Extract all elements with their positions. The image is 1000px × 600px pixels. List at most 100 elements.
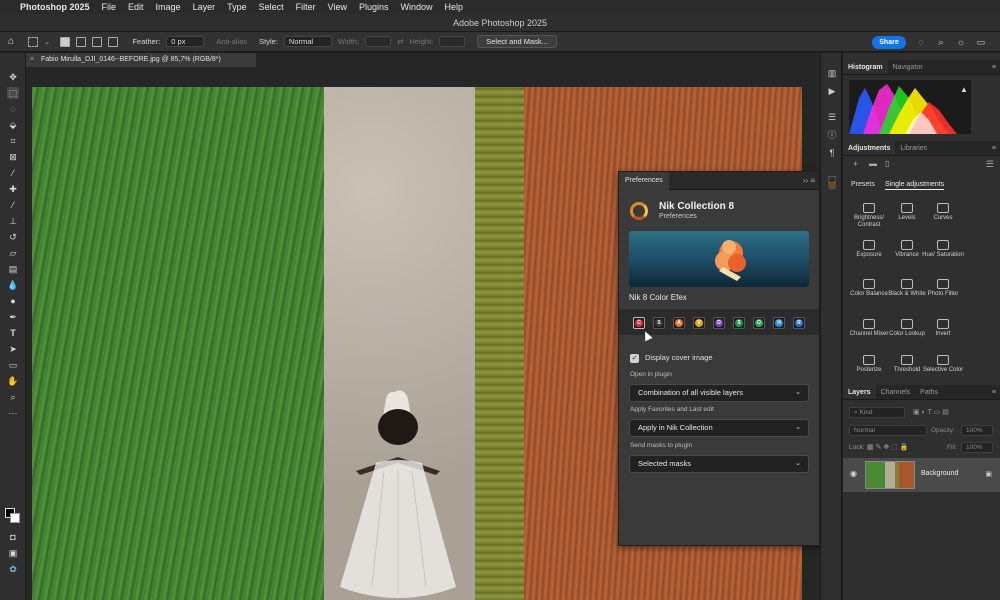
antialias-checkbox[interactable]: Anti-alias <box>216 37 247 46</box>
blur-tool-icon[interactable]: 💧 <box>7 279 19 291</box>
adj-selective-color[interactable]: Selective Color <box>921 355 965 374</box>
hand-tool-icon[interactable]: ✋ <box>7 375 19 387</box>
more-tools-icon[interactable]: ··· <box>7 407 19 419</box>
adj-invert[interactable]: Invert <box>921 319 965 338</box>
filter-icons[interactable]: ▣ ◐ T ▭ ▤ <box>913 408 949 416</box>
display-cover-checkbox[interactable]: ✓ <box>630 353 639 363</box>
gradient-tool-icon[interactable]: ▤ <box>7 263 19 275</box>
prefs-tab[interactable]: Preferences <box>619 172 669 190</box>
feather-input[interactable]: 0 px <box>166 36 205 47</box>
screen-mode-icon[interactable]: ▣ <box>7 547 19 559</box>
blend-mode-select[interactable]: Normal <box>849 425 927 436</box>
spot-heal-tool-icon[interactable]: ✚ <box>7 183 19 195</box>
lasso-tool-icon[interactable]: ◌ <box>7 103 19 115</box>
crop-tool-icon[interactable]: ⌗ <box>7 135 19 147</box>
select-and-mask-button[interactable]: Select and Mask... <box>477 35 557 48</box>
marquee-tool-icon[interactable] <box>28 36 39 47</box>
tab-single-adjustments[interactable]: Single adjustments <box>885 181 945 190</box>
object-select-tool-icon[interactable]: ⬙ <box>7 119 19 131</box>
add-selection-icon[interactable] <box>76 36 87 47</box>
close-tab-icon[interactable]: × <box>30 53 34 67</box>
style-select[interactable]: Normal <box>283 36 332 47</box>
properties-icon[interactable]: ☰ <box>826 111 838 123</box>
menu-view[interactable]: View <box>328 2 347 12</box>
plugin-analog-efex-icon[interactable]: A <box>673 317 685 329</box>
folder-icon[interactable]: ▬ <box>869 159 877 168</box>
swap-icon[interactable]: ⇄ <box>397 37 403 46</box>
plugin-dfine-icon[interactable]: D <box>713 317 725 329</box>
chevron-down-icon[interactable]: ⌄ <box>44 37 50 46</box>
menu-file[interactable]: File <box>102 2 117 12</box>
tab-libraries[interactable]: Libraries <box>895 141 932 155</box>
share-button[interactable]: Share <box>872 36 906 49</box>
menu-layer[interactable]: Layer <box>193 2 216 12</box>
trash-icon[interactable]: ▯ <box>885 159 889 168</box>
fill-input[interactable]: 100% <box>961 442 993 453</box>
adj-photo-filter[interactable]: Photo Filter <box>921 279 965 298</box>
display-cover-row[interactable]: ✓ Display cover image <box>630 353 713 363</box>
workspace-icon[interactable]: ▭ <box>976 37 986 47</box>
plugin-color-efex-icon[interactable]: C <box>633 317 645 329</box>
tab-layers[interactable]: Layers <box>843 385 876 399</box>
apply-select[interactable]: Apply in Nik Collection ⌄ <box>629 419 809 437</box>
tab-adjustments[interactable]: Adjustments <box>843 141 896 155</box>
panel-menu-icon[interactable]: ≡ <box>992 385 996 400</box>
menu-window[interactable]: Window <box>401 2 433 12</box>
new-selection-icon[interactable] <box>60 36 71 47</box>
type-tool-icon[interactable]: T <box>7 327 19 339</box>
plugin-icon[interactable]: ✿ <box>7 563 19 575</box>
add-adjustment-icon[interactable]: + <box>853 159 858 169</box>
plugin-output-icon[interactable]: O <box>753 317 765 329</box>
menu-help[interactable]: Help <box>445 2 464 12</box>
plugin-silver-efex-icon[interactable]: S <box>653 317 665 329</box>
frame-tool-icon[interactable]: ⊠ <box>7 151 19 163</box>
plugin-viveza-icon[interactable]: V <box>693 317 705 329</box>
eyedropper-tool-icon[interactable]: ⁄ <box>7 167 19 179</box>
adj-curves[interactable]: Curves <box>921 203 965 222</box>
layer-row-background[interactable]: ◉ Background ▣ <box>843 458 1000 492</box>
plugin-hdr-efex-icon[interactable]: H <box>773 317 785 329</box>
height-input[interactable] <box>439 36 466 47</box>
brush-tool-icon[interactable]: ⁄ <box>7 199 19 211</box>
zoom-tool-icon[interactable]: ⌕ <box>7 391 19 403</box>
list-view-icon[interactable]: ☰ <box>986 159 994 170</box>
warning-icon[interactable]: ▲ <box>960 85 968 94</box>
tab-histogram[interactable]: Histogram <box>843 60 888 74</box>
panel-collapse-icon[interactable]: ›› ≡ <box>803 172 815 190</box>
intersect-selection-icon[interactable] <box>108 36 119 47</box>
width-input[interactable] <box>365 36 392 47</box>
tab-channels[interactable]: Channels <box>876 385 916 399</box>
menu-type[interactable]: Type <box>227 2 247 12</box>
tab-paths[interactable]: Paths <box>915 385 943 399</box>
plugin-sharpener-icon[interactable]: S <box>733 317 745 329</box>
home-icon[interactable]: ⌂ <box>8 36 14 47</box>
tab-presets[interactable]: Presets <box>851 181 875 188</box>
shape-tool-icon[interactable]: ▭ <box>7 359 19 371</box>
menu-plugins[interactable]: Plugins <box>359 2 389 12</box>
layer-filter-kind[interactable]: ⌕ Kind <box>849 407 905 418</box>
panel-menu-icon[interactable]: ≡ <box>992 60 996 75</box>
stamp-tool-icon[interactable]: ⊥ <box>7 215 19 227</box>
people-icon[interactable] <box>826 153 838 165</box>
rect-marquee-tool-icon[interactable]: ⬚ <box>7 87 19 99</box>
opacity-input[interactable]: 100% <box>961 425 993 436</box>
move-tool-icon[interactable]: ✥ <box>7 71 19 83</box>
history-icon[interactable]: ▥ <box>826 67 838 79</box>
menu-select[interactable]: Select <box>259 2 284 12</box>
pen-tool-icon[interactable]: ✒ <box>7 311 19 323</box>
history-brush-tool-icon[interactable]: ↺ <box>7 231 19 243</box>
open-in-select[interactable]: Combination of all visible layers ⌄ <box>629 384 809 402</box>
menu-edit[interactable]: Edit <box>128 2 144 12</box>
dodge-tool-icon[interactable]: ● <box>7 295 19 307</box>
info-icon[interactable]: ⓘ <box>826 129 838 141</box>
discover-icon[interactable]: ◌ <box>916 37 926 47</box>
panel-menu-icon[interactable]: ≡ <box>992 141 996 156</box>
menu-filter[interactable]: Filter <box>296 2 316 12</box>
tab-navigator[interactable]: Navigator <box>888 60 928 74</box>
eraser-tool-icon[interactable]: ▱ <box>7 247 19 259</box>
background-color-swatch[interactable] <box>10 513 20 523</box>
path-select-tool-icon[interactable]: ➤ <box>7 343 19 355</box>
menu-image[interactable]: Image <box>156 2 181 12</box>
actions-icon[interactable]: ▶ <box>826 85 838 97</box>
app-menu[interactable]: Photoshop 2025 <box>20 2 90 12</box>
